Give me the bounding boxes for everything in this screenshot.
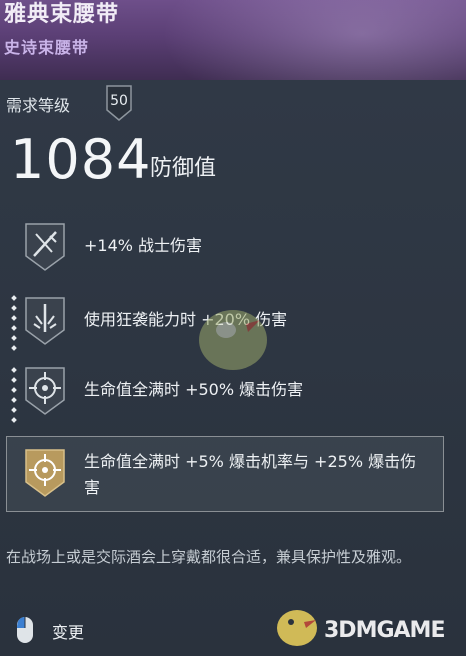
item-name: 雅典束腰带 — [4, 2, 120, 27]
perk-2-dots-icon — [11, 295, 17, 351]
level-badge: 50 — [104, 84, 134, 122]
defense-value: 1084 — [10, 128, 152, 191]
crosshair-icon — [25, 367, 65, 415]
watermark-logo-bird-icon — [277, 610, 317, 646]
change-action-label[interactable]: 变更 — [52, 619, 84, 643]
flavor-text: 在战场上或是交际酒会上穿戴都很合适，兼具保护性及雅观。 — [6, 548, 412, 566]
mouse-icon — [17, 617, 33, 643]
item-rarity: 史诗束腰带 — [4, 38, 90, 57]
item-header: 雅典束腰带 史诗束腰带 — [0, 0, 466, 80]
watermark-text: 3DMGAME — [324, 618, 445, 643]
perk-3-dots-icon — [11, 367, 17, 423]
defense-label: 防御值 — [150, 156, 217, 181]
crossed-swords-icon — [25, 223, 65, 271]
requirement-label: 需求等级 — [6, 96, 71, 115]
watermark-bird-icon — [199, 310, 267, 370]
level-value: 50 — [110, 93, 128, 109]
perk-1-text: +14% 战士伤害 — [84, 236, 203, 255]
sword-burst-icon — [25, 297, 65, 345]
perk-3-text: 生命值全满时 +50% 爆击伤害 — [84, 380, 304, 399]
crosshair-gold-icon — [25, 449, 65, 497]
perk-4-text: 生命值全满时 +5% 爆击机率与 +25% 爆击伤害 — [84, 452, 417, 497]
